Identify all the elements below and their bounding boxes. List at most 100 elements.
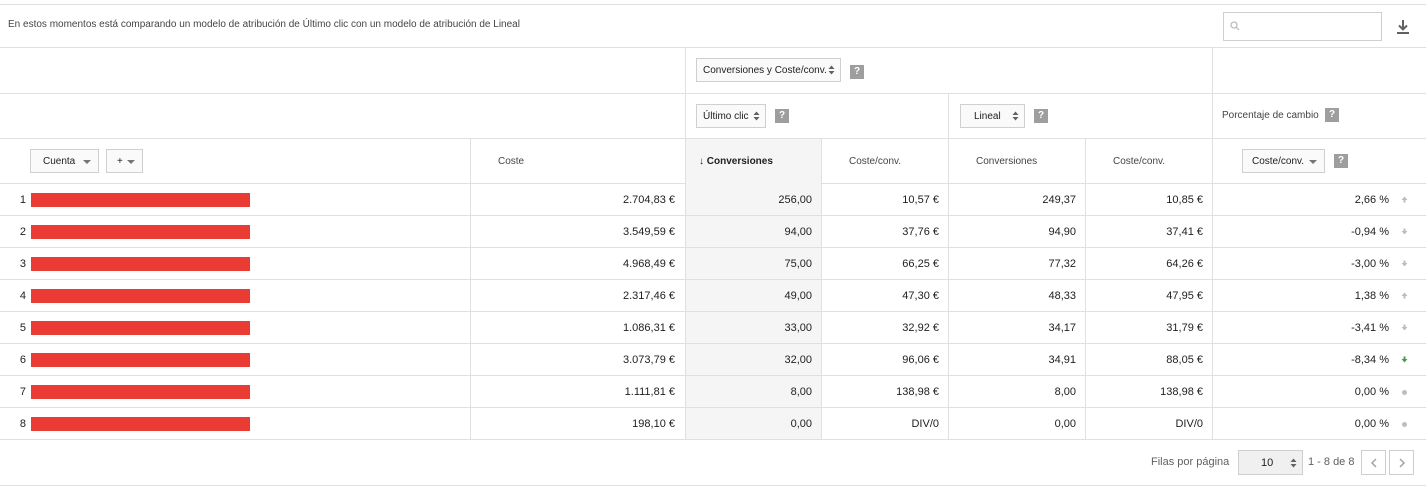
cell-coste-conv-a: 10,57 € <box>902 194 939 206</box>
cell-conversions-b: 77,32 <box>1048 258 1076 270</box>
search-box[interactable] <box>1223 12 1382 41</box>
redacted-account-name <box>31 321 250 335</box>
column-divider <box>821 139 822 440</box>
cell-conversions-b: 34,17 <box>1048 322 1076 334</box>
redacted-account-name <box>31 417 250 431</box>
cell-conversions-a: 256,00 <box>778 194 812 206</box>
select-arrows-icon <box>1290 458 1297 468</box>
cell-coste-conv-b: 37,41 € <box>1166 226 1203 238</box>
redacted-account-name <box>31 353 250 367</box>
search-input[interactable] <box>1246 17 1376 37</box>
arrow-up-indicator-icon <box>1401 292 1408 299</box>
cell-change: 0,00 % <box>1354 386 1389 398</box>
cell-coste: 1.111,81 € <box>624 386 675 398</box>
cell-conversions-a: 75,00 <box>784 258 812 270</box>
cell-change: -0,94 % <box>1351 226 1389 238</box>
row-number: 2 <box>19 226 26 238</box>
cell-coste: 3.549,59 € <box>623 226 675 238</box>
select-arrows-icon <box>753 111 760 121</box>
column-header-conversions-label: Conversiones <box>706 156 773 167</box>
cell-conversions-a: 0,00 <box>790 418 812 430</box>
column-header-coste-conv-b[interactable]: Coste/conv. <box>1113 156 1165 167</box>
help-icon[interactable]: ? <box>1034 109 1048 123</box>
cell-coste: 198,10 € <box>632 418 675 430</box>
arrow-up-indicator-icon <box>1401 196 1408 203</box>
change-metric-select[interactable]: Coste/conv. <box>1242 149 1325 173</box>
cell-conversions-b: 8,00 <box>1054 386 1076 398</box>
cell-coste-conv-a: DIV/0 <box>911 418 939 430</box>
caret-down-icon <box>83 160 91 164</box>
row-number: 3 <box>19 258 26 270</box>
cell-change: -8,34 % <box>1351 354 1389 366</box>
help-icon[interactable]: ? <box>850 65 864 79</box>
column-header-conversions-sorted[interactable]: ↓ Conversiones <box>699 156 773 167</box>
cell-conversions-b: 0,00 <box>1054 418 1076 430</box>
next-page-button[interactable] <box>1389 450 1414 475</box>
cell-coste: 4.968,49 € <box>623 258 675 270</box>
cell-coste-conv-b: 64,26 € <box>1166 258 1203 270</box>
cell-conversions-a: 49,00 <box>784 290 812 302</box>
cell-coste-conv-b: 88,05 € <box>1166 354 1203 366</box>
model-a-select[interactable]: Último clic <box>696 104 766 128</box>
model-a-label: Último clic <box>703 110 749 122</box>
cell-conversions-b: 249,37 <box>1042 194 1076 206</box>
column-header-conversions-b[interactable]: Conversiones <box>976 156 1037 167</box>
download-button[interactable] <box>1394 18 1412 36</box>
cell-coste-conv-a: 47,30 € <box>902 290 939 302</box>
dimension-select[interactable]: Cuenta <box>30 149 99 173</box>
cell-coste-conv-a: 32,92 € <box>902 322 939 334</box>
cell-coste-conv-a: 37,76 € <box>902 226 939 238</box>
cell-conversions-b: 34,91 <box>1048 354 1076 366</box>
rows-per-page-label: Filas por página <box>1151 456 1230 468</box>
add-dimension-button[interactable]: + <box>106 149 143 173</box>
cell-change: 2,66 % <box>1354 194 1389 206</box>
cell-change: -3,41 % <box>1351 322 1389 334</box>
metric-select[interactable]: Conversiones y Coste/conv. <box>696 58 841 82</box>
cell-coste-conv-b: 138,98 € <box>1160 386 1203 398</box>
arrow-down-indicator-icon <box>1401 324 1408 331</box>
column-divider <box>1212 48 1213 440</box>
column-header-coste-conv-a[interactable]: Coste/conv. <box>849 156 901 167</box>
chevron-right-icon <box>1399 458 1405 467</box>
column-divider <box>948 94 949 440</box>
add-label: + <box>117 155 123 167</box>
row-number: 5 <box>19 322 26 334</box>
column-header-coste[interactable]: Coste <box>498 156 524 167</box>
footer-bottom-line <box>0 485 1426 486</box>
cell-conversions-b: 94,90 <box>1048 226 1076 238</box>
metric-select-label: Conversiones y Coste/conv. <box>703 64 827 76</box>
no-change-indicator-icon <box>1402 422 1407 427</box>
cell-change: 0,00 % <box>1354 418 1389 430</box>
row-number: 8 <box>19 418 26 430</box>
model-b-select[interactable]: Lineal <box>960 104 1025 128</box>
cell-conversions-a: 33,00 <box>784 322 812 334</box>
row-number: 1 <box>19 194 26 206</box>
pagination-range: 1 - 8 de 8 <box>1308 456 1355 468</box>
download-icon <box>1397 20 1409 34</box>
caret-down-icon <box>127 160 135 164</box>
attribution-comparison-text: En estos momentos está comparando un mod… <box>8 19 520 30</box>
redacted-account-name <box>31 257 250 271</box>
cell-coste-conv-b: 10,85 € <box>1166 194 1203 206</box>
chevron-left-icon <box>1370 458 1376 467</box>
arrow-down-indicator-icon <box>1401 260 1408 267</box>
select-arrows-icon <box>1012 111 1019 121</box>
column-divider <box>470 139 471 440</box>
help-icon[interactable]: ? <box>1325 108 1339 122</box>
help-icon[interactable]: ? <box>1334 154 1348 168</box>
cell-conversions-a: 8,00 <box>790 386 812 398</box>
select-arrows-icon <box>828 65 835 75</box>
help-icon[interactable]: ? <box>775 109 789 123</box>
dimension-label: Cuenta <box>43 155 76 167</box>
cell-coste-conv-b: 47,95 € <box>1166 290 1203 302</box>
cell-coste: 2.317,46 € <box>623 290 675 302</box>
model-b-label: Lineal <box>974 110 1001 122</box>
rows-per-page-select[interactable]: 10 <box>1238 450 1303 475</box>
caret-down-icon <box>1309 160 1317 164</box>
redacted-account-name <box>31 225 250 239</box>
prev-page-button[interactable] <box>1361 450 1386 475</box>
arrow-down-indicator-icon <box>1401 228 1408 235</box>
change-metric-label: Coste/conv. <box>1252 155 1305 167</box>
redacted-account-name <box>31 289 250 303</box>
rows-per-page-value: 10 <box>1261 456 1274 469</box>
